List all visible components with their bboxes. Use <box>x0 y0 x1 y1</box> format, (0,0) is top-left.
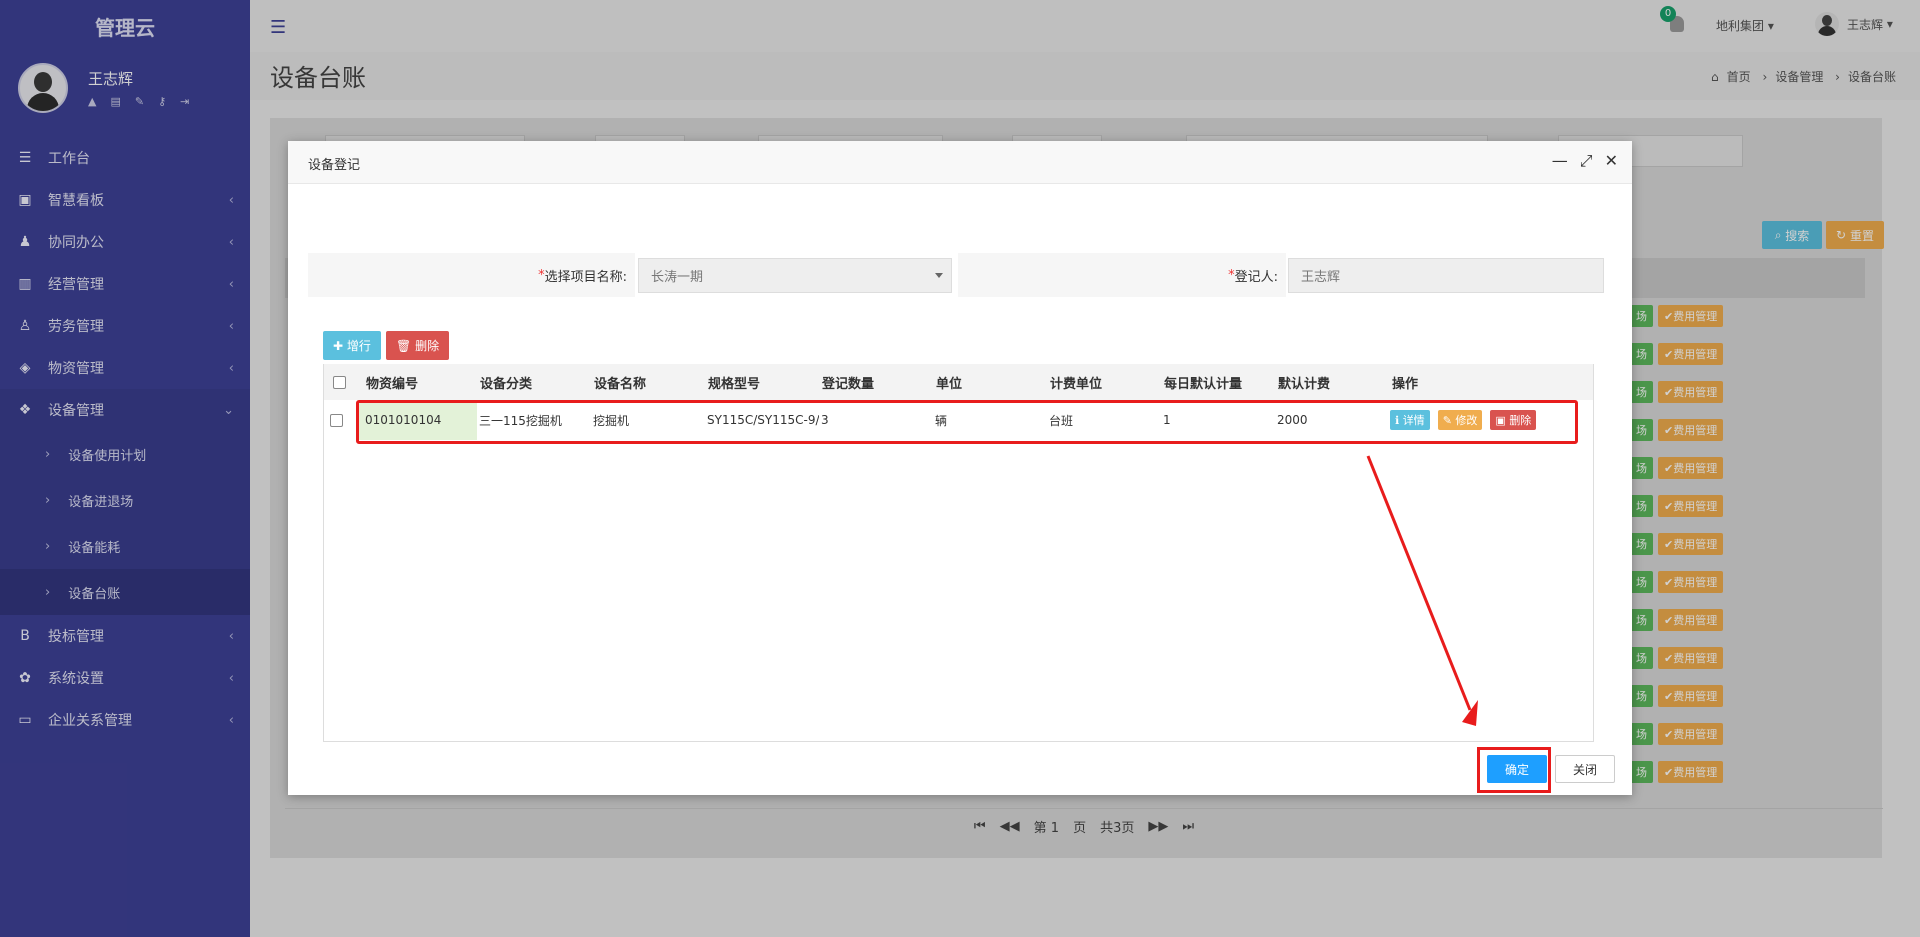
column-header: 设备名称 <box>594 376 647 392</box>
caret-down-icon <box>935 273 943 278</box>
close-icon[interactable]: ✕ <box>1605 151 1618 171</box>
modal-title: 设备登记 <box>308 158 361 173</box>
plus-icon: ✚ <box>333 338 344 353</box>
trash-icon: 🗑 <box>396 338 412 353</box>
grid-header: 物资编号 设备分类 设备名称 规格型号 登记数量 单位 计费单位 每日默认计量 … <box>324 364 1593 400</box>
maximize-icon[interactable]: ⤢ <box>1580 151 1593 171</box>
add-row-button[interactable]: ✚ 增行 <box>323 331 381 360</box>
column-header: 操作 <box>1392 376 1419 392</box>
column-header: 计费单位 <box>1050 376 1103 392</box>
row-checkbox[interactable] <box>330 413 343 427</box>
registrant-field[interactable]: 王志辉 <box>1288 258 1604 293</box>
close-button[interactable]: 关闭 <box>1555 755 1615 783</box>
column-header: 设备分类 <box>480 376 533 392</box>
project-select[interactable]: 长涛一期 <box>638 258 952 293</box>
confirm-button[interactable]: 确定 <box>1487 755 1547 783</box>
column-header: 每日默认计量 <box>1164 376 1243 392</box>
project-label: * 选择项目名称: <box>308 253 635 297</box>
column-header: 单位 <box>936 376 963 392</box>
column-header: 规格型号 <box>708 376 761 392</box>
modal-header: 设备登记 — ⤢ ✕ <box>288 141 1632 184</box>
column-header: 物资编号 <box>366 376 419 392</box>
select-all-checkbox[interactable] <box>333 375 346 389</box>
register-modal: 设备登记 — ⤢ ✕ * 选择项目名称: 长涛一期 * 登记人: 王志辉 ✚ 增行 … <box>288 141 1632 795</box>
delete-rows-button[interactable]: 🗑 删除 <box>386 331 450 360</box>
registrant-label: * 登记人: <box>958 253 1286 297</box>
form-row: * 选择项目名称: 长涛一期 * 登记人: 王志辉 <box>308 253 1604 297</box>
column-header: 登记数量 <box>822 376 875 392</box>
minimize-icon[interactable]: — <box>1552 151 1568 171</box>
row-highlight <box>356 400 1578 444</box>
column-header: 默认计费 <box>1278 376 1331 392</box>
